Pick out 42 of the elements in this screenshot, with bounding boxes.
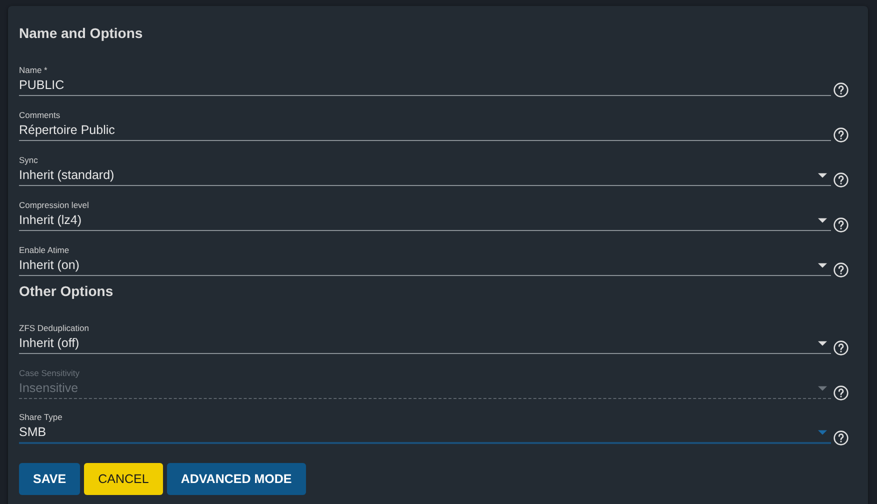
caret-icon [818, 386, 827, 390]
field-value: Répertoire Public [19, 123, 116, 137]
select-field[interactable]: Compression level Inherit (lz4) [19, 200, 831, 231]
input-field[interactable]: Comments Répertoire Public [19, 110, 831, 141]
caret-icon [818, 172, 827, 178]
caret-icon [818, 262, 827, 268]
field-value: Inherit (on) [19, 258, 80, 272]
field-label: Comments [19, 110, 60, 120]
field-value: PUBLIC [19, 78, 66, 92]
field-label: Share Type [19, 412, 62, 422]
field-value: Inherit (off) [19, 336, 80, 350]
field-label: Name * [19, 65, 48, 75]
help-icon[interactable] [833, 340, 849, 356]
select-field[interactable]: Sync Inherit (standard) [19, 155, 831, 186]
action-button[interactable]: SAVE [19, 463, 80, 495]
field-value: Inherit (lz4) [19, 213, 83, 227]
caret-icon [818, 430, 827, 434]
help-icon[interactable] [833, 385, 849, 401]
help-icon[interactable] [833, 217, 849, 233]
caret-icon [818, 340, 827, 346]
cancel-button[interactable]: CANCEL [84, 463, 163, 495]
select-field[interactable]: Enable Atime Inherit (on) [19, 245, 831, 276]
help-icon[interactable] [833, 430, 849, 446]
field-value: SMB [19, 425, 48, 439]
select-field[interactable]: Share Type SMB [19, 412, 831, 444]
field-value: Insensitive [19, 381, 80, 395]
field-label: Case Sensitivity [19, 368, 80, 378]
help-icon[interactable] [833, 82, 849, 98]
field-label: Enable Atime [19, 245, 70, 255]
help-icon[interactable] [833, 262, 849, 278]
input-field[interactable]: Name * PUBLIC [19, 65, 831, 96]
field-label: Sync [19, 155, 38, 165]
select-field[interactable]: ZFS Deduplication Inherit (off) [19, 323, 831, 354]
section-heading: Name and Options [19, 24, 144, 42]
help-icon[interactable] [833, 127, 849, 143]
section-heading: Other Options [19, 282, 114, 300]
field-label: Compression level [19, 200, 89, 210]
help-icon[interactable] [833, 172, 849, 188]
action-button[interactable]: ADVANCED MODE [166, 463, 306, 495]
field-value: Inherit (standard) [19, 168, 116, 182]
field-label: ZFS Deduplication [19, 323, 89, 333]
caret-icon [818, 218, 827, 222]
